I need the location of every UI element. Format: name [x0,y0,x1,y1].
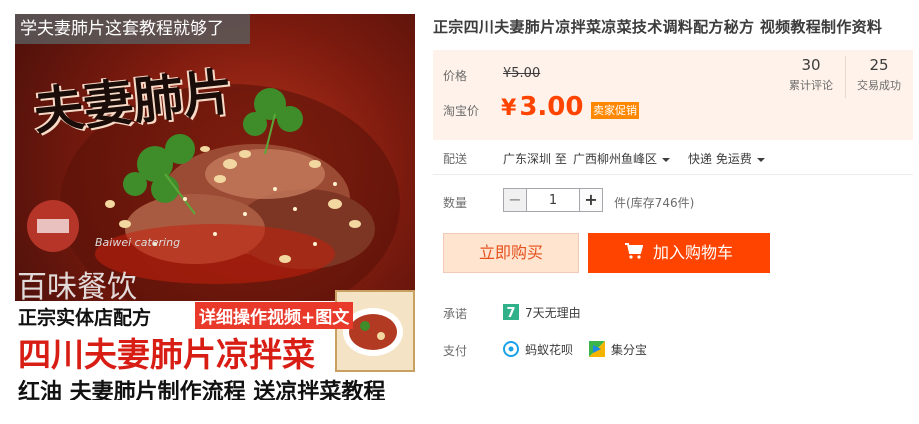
review-count: 30 [801,56,821,74]
chevron-down-icon [662,157,671,162]
ship-method-selector[interactable]: 快递 免运费 [688,150,765,167]
promise-text: 7天无理由 [525,306,581,320]
ship-to-selector[interactable]: 广西柳州鱼峰区 [573,150,671,167]
image-caption: 学夫妻肺片这套教程就够了 [15,14,250,44]
seller-promo-badge: 卖家促销 [591,102,639,119]
quantity-decrease-button[interactable]: − [503,188,527,212]
sales-stat: 25 交易成功 [853,56,905,93]
promo-price-value: 3.00 [519,92,584,122]
chevron-down-icon [756,157,765,162]
payment-huabei[interactable]: 蚂蚁花呗 [503,341,573,360]
product-title: 正宗四川夫妻肺片凉拌菜凉菜技术调料配方秘方 视频教程制作资料 [433,18,883,36]
review-stat[interactable]: 30 累计评论 [786,56,836,93]
product-main-image[interactable]: 学夫妻肺片这套教程就够了 夫妻肺片 Baiwei catering 百味餐饮 正… [15,14,415,400]
payment-jifenbao[interactable]: 集分宝 [589,341,647,360]
sales-label: 交易成功 [857,79,901,92]
price-panel: 价格 ¥5.00 淘宝价 ¥3.00 卖家促销 30 累计评论 25 交易成功 [433,50,913,140]
review-label: 累计评论 [789,79,833,92]
image-logo: 百味餐饮 [17,270,137,305]
seven-day-icon: 7 [503,304,519,323]
add-to-cart-button[interactable]: 加入购物车 [588,233,770,273]
promise-label: 承诺 [443,307,468,321]
buy-now-button[interactable]: 立即购买 [443,233,579,273]
svg-text:7: 7 [506,306,515,320]
section-divider [433,174,913,175]
ship-to-value: 广西柳州鱼峰区 [573,152,658,166]
add-to-cart-label: 加入购物车 [652,243,733,262]
ship-from: 广东深圳 至 [503,152,567,166]
quantity-increase-button[interactable]: + [579,188,603,212]
promise-item[interactable]: 7 7天无理由 [503,304,581,323]
original-price: ¥5.00 [503,66,541,81]
taobao-price-label: 淘宝价 [443,104,480,118]
price-label: 价格 [443,69,468,83]
shipping-label: 配送 [443,152,468,166]
payment-label: 支付 [443,344,468,358]
image-logo-subtitle: Baiwei catering [95,236,181,249]
image-tag-dish-name: 四川夫妻肺片凉拌菜 [18,335,315,374]
ship-method-value: 快递 免运费 [688,152,752,166]
promo-price: ¥3.00 [501,92,583,122]
image-tag-authentic-recipe: 正宗实体店配方 [18,307,152,329]
jifenbao-icon [589,341,605,360]
jifenbao-label: 集分宝 [611,343,648,357]
currency-symbol: ¥ [501,96,517,121]
stat-divider [845,56,846,98]
huabei-label: 蚂蚁花呗 [525,343,574,357]
cart-icon [624,234,644,274]
sales-count: 25 [869,56,889,74]
huabei-icon [503,341,519,360]
image-tag-video-text: 详细操作视频+图文 [195,302,354,329]
quantity-input[interactable] [526,188,580,212]
image-tag-process: 红油 夫妻肺片制作流程 送凉拌菜教程 [18,380,386,400]
stock-info: 件(库存746件) [614,196,695,210]
quantity-label: 数量 [443,196,468,210]
